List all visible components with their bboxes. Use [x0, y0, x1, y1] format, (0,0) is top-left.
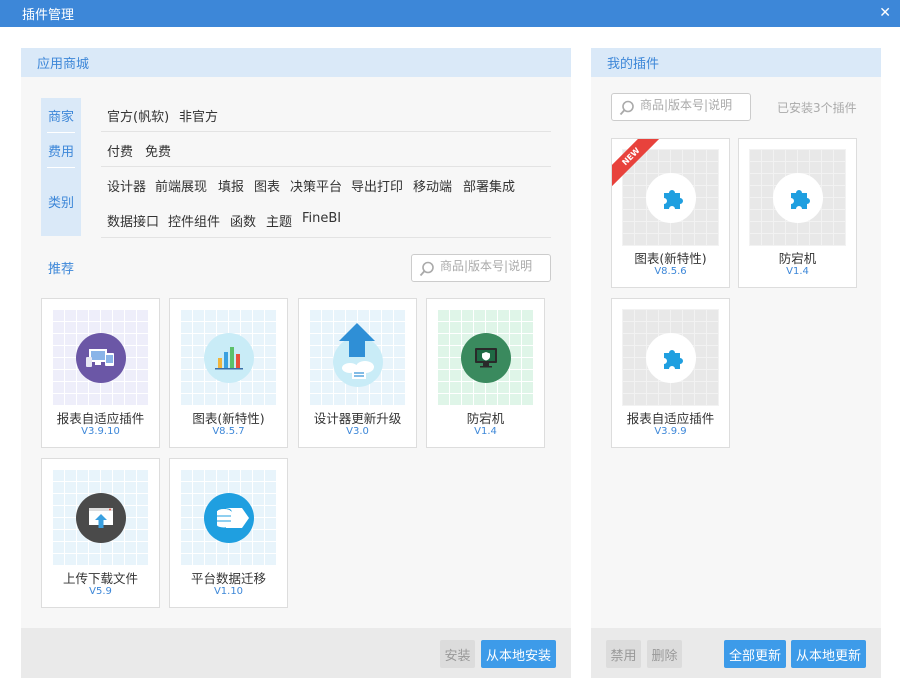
plugin-version: V1.4	[474, 426, 497, 437]
puzzle-icon	[646, 333, 696, 383]
category-fill[interactable]: 填报	[218, 176, 244, 195]
plugin-card-data-migration[interactable]: 平台数据迁移 V1.10	[169, 458, 288, 608]
database-migrate-icon	[204, 493, 254, 543]
install-local-button[interactable]: 从本地安装	[481, 640, 556, 668]
monitor-shield-icon	[461, 333, 511, 383]
my-plugins-footer: 禁用 删除 全部更新 从本地更新	[591, 628, 881, 678]
plugin-thumbnail	[437, 309, 534, 406]
recommend-label: 推荐	[48, 262, 75, 277]
plugin-name: 报表自适应插件	[56, 411, 145, 426]
category-chart[interactable]: 图表	[254, 176, 280, 195]
filter-tab-vendor[interactable]: 商家	[41, 106, 81, 125]
category-filter-row: 设计器 前端展现 填报 图表 决策平台 导出打印 移动端 部署集成 数据接口 控…	[101, 167, 551, 238]
update-all-button[interactable]: 全部更新	[724, 640, 786, 668]
plugin-name: 图表(新特性)	[192, 411, 265, 426]
filter-tab-category[interactable]: 类别	[41, 192, 81, 211]
plugin-name: 防宕机	[466, 411, 505, 426]
category-export[interactable]: 导出打印	[351, 176, 403, 195]
tab-divider	[47, 132, 75, 133]
plugin-thumbnail	[180, 309, 277, 406]
filter-official[interactable]: 官方(帆软)	[107, 106, 169, 125]
category-function[interactable]: 函数	[230, 211, 256, 230]
plugin-thumbnail	[180, 469, 277, 566]
plugin-thumbnail	[622, 149, 719, 246]
plugin-version: V3.9.10	[81, 426, 120, 437]
store-footer: 安装 从本地安装	[21, 628, 571, 678]
vendor-filter-row: 官方(帆软) 非官方	[101, 98, 551, 132]
category-deploy[interactable]: 部署集成	[463, 176, 515, 195]
plugin-thumbnail	[309, 309, 406, 406]
window-title: 插件管理	[22, 8, 75, 23]
installed-card-anti-crash[interactable]: 防宕机 V1.4	[738, 138, 857, 288]
plugin-thumbnail	[52, 469, 149, 566]
close-icon[interactable]: ✕	[879, 5, 891, 21]
filter-free[interactable]: 免费	[145, 141, 171, 160]
app-store-panel: 应用商城 商家 费用 类别 官方(帆软) 非官方 付费 免费 设计器 前端展现 …	[21, 48, 571, 678]
category-frontend[interactable]: 前端展现	[155, 176, 207, 195]
plugin-card-anti-crash[interactable]: 防宕机 V1.4	[426, 298, 545, 448]
up-arrow-icon	[339, 323, 375, 357]
plugin-version: V1.4	[786, 266, 809, 277]
tab-divider	[47, 167, 75, 168]
category-data-interface[interactable]: 数据接口	[107, 211, 159, 230]
my-search-input[interactable]	[640, 98, 745, 112]
filter-tab-fee[interactable]: 费用	[41, 141, 81, 160]
plugin-version: V3.0	[346, 426, 369, 437]
plugin-card-report-adaptive[interactable]: 报表自适应插件 V3.9.10	[41, 298, 160, 448]
fee-filter-row: 付费 免费	[101, 132, 551, 167]
my-search-box	[611, 93, 751, 121]
upload-file-icon	[76, 493, 126, 543]
my-plugins-panel: 我的插件 已安装3个插件 NEW 图表(新特性) V8.5.6 防宕机 V1.4	[591, 48, 881, 678]
app-store-header: 应用商城	[21, 48, 571, 77]
filter-paid[interactable]: 付费	[107, 141, 133, 160]
filter-tabs: 商家 费用 类别	[41, 98, 81, 236]
installed-card-report-adaptive[interactable]: 报表自适应插件 V3.9.9	[611, 298, 730, 448]
category-decision[interactable]: 决策平台	[290, 176, 342, 195]
plugin-name: 上传下载文件	[62, 571, 138, 586]
my-plugins-header: 我的插件	[591, 48, 881, 77]
filter-unofficial[interactable]: 非官方	[179, 106, 218, 125]
plugin-name: 平台数据迁移	[190, 571, 266, 586]
store-search-box	[411, 254, 551, 282]
puzzle-icon	[773, 173, 823, 223]
plugin-thumbnail	[749, 149, 846, 246]
plugin-thumbnail	[622, 309, 719, 406]
category-finebi[interactable]: FineBI	[302, 211, 341, 226]
plugin-version: V8.5.7	[212, 426, 245, 437]
category-widget[interactable]: 控件组件	[168, 211, 220, 230]
search-icon	[619, 100, 634, 116]
plugin-version: V5.9	[89, 586, 112, 597]
installed-card-chart[interactable]: NEW 图表(新特性) V8.5.6	[611, 138, 730, 288]
installed-count: 已安装3个插件	[777, 101, 857, 115]
update-local-button[interactable]: 从本地更新	[791, 640, 866, 668]
plugin-card-designer-update[interactable]: 设计器更新升级 V3.0	[298, 298, 417, 448]
category-theme[interactable]: 主题	[266, 211, 292, 230]
bar-chart-icon	[204, 333, 254, 383]
disable-button[interactable]: 禁用	[606, 640, 641, 668]
delete-button[interactable]: 删除	[647, 640, 682, 668]
plugin-version: V1.10	[213, 586, 244, 597]
search-icon	[419, 261, 434, 277]
category-mobile[interactable]: 移动端	[413, 176, 452, 195]
monitor-devices-icon	[76, 333, 126, 383]
window-titlebar: 插件管理 ✕	[0, 0, 900, 27]
plugin-card-upload-download[interactable]: 上传下载文件 V5.9	[41, 458, 160, 608]
store-search-input[interactable]	[440, 259, 545, 273]
install-button[interactable]: 安装	[440, 640, 475, 668]
plugin-name: 设计器更新升级	[313, 411, 402, 426]
plugin-name: 防宕机	[778, 251, 817, 266]
plugin-name: 报表自适应插件	[626, 411, 715, 426]
plugin-card-chart[interactable]: 图表(新特性) V8.5.7	[169, 298, 288, 448]
plugin-thumbnail	[52, 309, 149, 406]
plugin-name: 图表(新特性)	[634, 251, 707, 266]
category-designer[interactable]: 设计器	[107, 176, 146, 195]
plugin-version: V3.9.9	[654, 426, 687, 437]
puzzle-icon	[646, 173, 696, 223]
plugin-version: V8.5.6	[654, 266, 687, 277]
